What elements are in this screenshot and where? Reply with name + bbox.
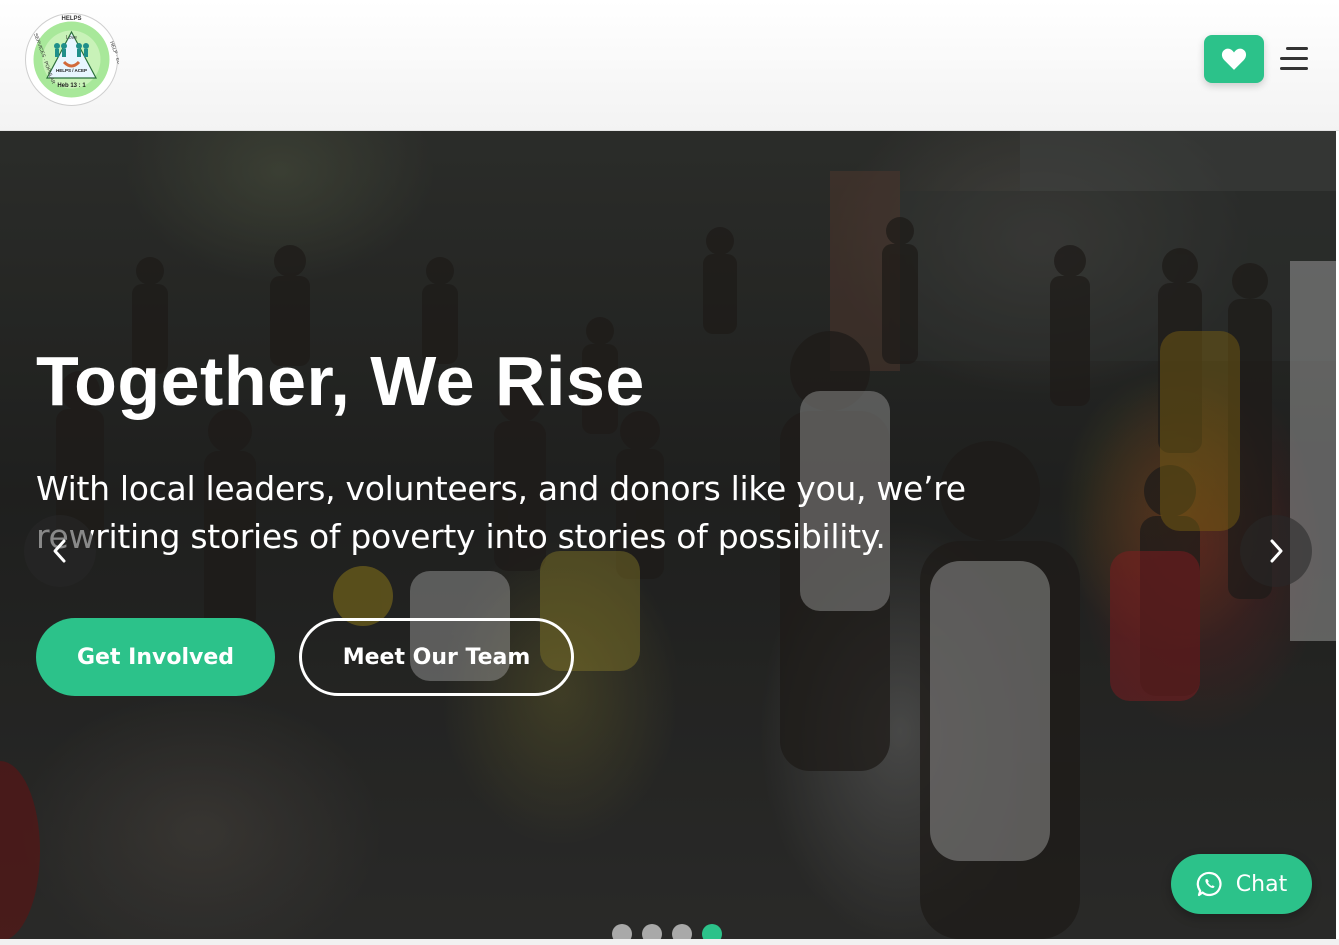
hero-title: Together, We Rise <box>36 342 645 420</box>
hero-subtitle: With local leaders, volunteers, and dono… <box>36 469 966 556</box>
logo-ring-top: HELPS <box>61 16 81 22</box>
logo-center-label: HELPS / ACEP <box>56 68 87 73</box>
chevron-right-icon <box>1270 539 1283 563</box>
slide-indicators <box>612 924 722 939</box>
meet-our-team-button[interactable]: Meet Our Team <box>299 618 574 696</box>
site-header: HELPS / ACEP Heb 13 : 1 Love HELPS HELP … <box>0 0 1339 131</box>
logo-verse: Heb 13 : 1 <box>57 83 86 89</box>
slide-dot-4[interactable] <box>702 924 722 939</box>
slide-dot-3[interactable] <box>672 924 692 939</box>
chevron-left-icon <box>53 539 66 563</box>
previous-slide-button[interactable] <box>24 515 96 587</box>
heart-icon <box>1221 48 1247 70</box>
logo-center-word: Love <box>66 35 77 41</box>
slide-dot-1[interactable] <box>612 924 632 939</box>
organization-logo[interactable]: HELPS / ACEP Heb 13 : 1 Love HELPS HELP … <box>24 12 119 107</box>
chat-button[interactable]: Chat <box>1171 854 1312 914</box>
get-involved-button[interactable]: Get Involved <box>36 618 275 696</box>
hamburger-menu-icon[interactable] <box>1278 44 1310 74</box>
hero-slider: Together, We Rise With local leaders, vo… <box>0 131 1336 939</box>
page-footer-edge <box>0 939 1339 945</box>
donate-button[interactable] <box>1204 35 1264 83</box>
next-slide-button[interactable] <box>1240 515 1312 587</box>
chat-label: Chat <box>1235 871 1288 897</box>
whatsapp-icon <box>1196 871 1222 897</box>
slide-dot-2[interactable] <box>642 924 662 939</box>
